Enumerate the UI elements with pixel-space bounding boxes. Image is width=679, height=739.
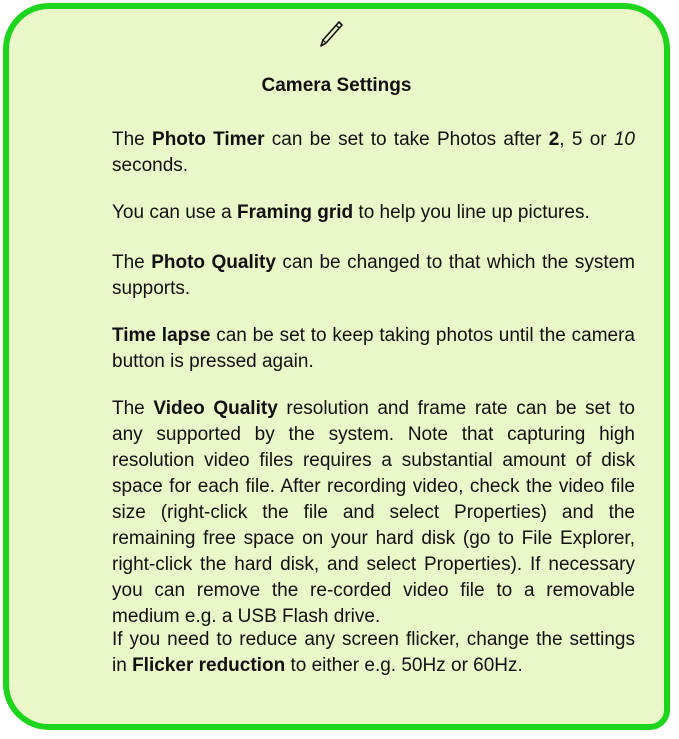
- photo-quality-term: Photo Quality: [151, 252, 276, 273]
- video-quality-paragraph: The Video Quality resolution and frame r…: [112, 396, 635, 630]
- pen-icon: [320, 21, 343, 47]
- timer-option-10: 10: [613, 129, 635, 150]
- text: The: [112, 252, 152, 273]
- text: or: [582, 129, 614, 150]
- text: to either e.g. 50Hz or 60Hz.: [285, 655, 523, 676]
- video-quality-term: Video Quality: [153, 398, 278, 419]
- note-title: Camera Settings: [261, 75, 412, 96]
- note-box: Camera Settings The Photo Timer can be s…: [3, 3, 670, 730]
- framing-grid-paragraph: You can use a Framing grid to help you l…: [112, 200, 635, 226]
- text: resolution and frame rate can be set to …: [112, 398, 635, 627]
- text: The: [112, 398, 154, 419]
- text: can be set to take Photos after: [264, 129, 549, 150]
- text: You can use a: [112, 202, 238, 223]
- flicker-paragraph: If you need to reduce any screen flicker…: [112, 627, 635, 679]
- photo-timer-paragraph: The Photo Timer can be set to take Photo…: [112, 127, 635, 179]
- photo-quality-paragraph: The Photo Quality can be changed to that…: [112, 250, 635, 302]
- flicker-reduction-term: Flicker reduction: [132, 655, 286, 676]
- photo-timer-term: Photo Timer: [152, 129, 265, 150]
- text: to help you line up pictures.: [353, 202, 590, 223]
- framing-grid-term: Framing grid: [237, 202, 354, 223]
- timer-option-5: 5: [571, 129, 583, 150]
- time-lapse-term: Time lapse: [112, 325, 211, 346]
- text: seconds.: [112, 155, 189, 176]
- text: The: [112, 129, 153, 150]
- time-lapse-paragraph: Time lapse can be set to keep taking pho…: [112, 323, 635, 375]
- timer-option-2: 2: [548, 129, 560, 150]
- text: ,: [559, 129, 572, 150]
